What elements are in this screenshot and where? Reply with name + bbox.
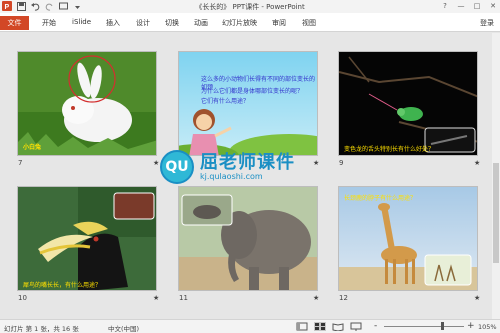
zoom-slider[interactable] xyxy=(384,326,464,327)
vertical-scrollbar[interactable] xyxy=(492,33,500,319)
tab-slideshow[interactable]: 幻灯片放映 xyxy=(222,18,257,28)
window-title: 《长长的》 PPT课件 - PowerPoint xyxy=(195,3,305,11)
file-tab[interactable]: 文件 xyxy=(0,16,29,30)
slide-number: 7 xyxy=(18,159,23,167)
watermark-logo-icon: QU xyxy=(160,150,194,184)
slide-number: 12 xyxy=(339,294,348,302)
tab-view[interactable]: 视图 xyxy=(302,18,316,28)
maximize-button[interactable]: □ xyxy=(472,1,482,11)
tab-transitions[interactable]: 切换 xyxy=(165,18,179,28)
watermark-title: 屈老师课件 xyxy=(200,152,295,173)
title-bar: P 《长长的》 PPT课件 - PowerPoint ? — □ ✕ xyxy=(0,0,500,13)
reading-view-icon[interactable] xyxy=(332,322,344,332)
slide-thumbnail-10[interactable]: 犀鸟的嘴长长，有什么用途？ xyxy=(17,186,157,291)
slideshow-view-icon[interactable] xyxy=(350,322,362,331)
watermark: QU 屈老师课件 kj.qulaoshi.com xyxy=(160,148,360,198)
tab-animations[interactable]: 动画 xyxy=(194,18,208,28)
slide-question: 为什么它们都是身体哪部位变长的呢？ xyxy=(201,88,304,95)
slide-caption: 犀鸟的嘴长长，有什么用途？ xyxy=(23,282,102,289)
status-bar: 幻灯片 第 1 张，共 16 张 中文(中国) - + 105% xyxy=(0,319,500,333)
ribbon-tabs: 文件 开始 iSlide 插入 设计 切换 动画 幻灯片放映 审阅 视图 登录 xyxy=(0,13,500,32)
slide-thumbnail-11[interactable] xyxy=(178,186,318,291)
tab-review[interactable]: 审阅 xyxy=(272,18,286,28)
slide-count: 幻灯片 第 1 张，共 16 张 xyxy=(4,325,79,333)
star-icon: ★ xyxy=(474,294,481,302)
close-button[interactable]: ✕ xyxy=(488,1,498,11)
zoom-in-button[interactable]: + xyxy=(467,321,475,331)
slide-number: 10 xyxy=(18,294,27,302)
chameleon-image xyxy=(339,52,477,155)
giraffe-image xyxy=(339,187,477,290)
tab-design[interactable]: 设计 xyxy=(136,18,150,28)
watermark-url: kj.qulaoshi.com xyxy=(200,172,263,181)
normal-view-icon[interactable] xyxy=(296,322,308,331)
star-icon: ★ xyxy=(474,159,481,167)
star-icon: ★ xyxy=(153,294,160,302)
star-icon: ★ xyxy=(313,294,320,302)
slide-thumbnail-12[interactable]: 长颈鹿的脖子有什么用途？ xyxy=(338,186,478,291)
zoom-out-button[interactable]: - xyxy=(374,321,377,331)
elephant-image xyxy=(179,187,317,290)
tab-home[interactable]: 开始 xyxy=(42,18,56,28)
slide-question: 它们有什么用途？ xyxy=(201,98,250,105)
login-link[interactable]: 登录 xyxy=(480,18,494,28)
zoom-level[interactable]: 105% xyxy=(478,323,497,331)
hornbill-image xyxy=(18,187,156,290)
tab-islide[interactable]: iSlide xyxy=(72,18,91,26)
help-button[interactable]: ? xyxy=(440,1,450,11)
language-indicator[interactable]: 中文(中国) xyxy=(108,323,139,333)
slide-thumbnail-7[interactable]: 小白兔 xyxy=(17,51,157,156)
slide-caption: 小白兔 xyxy=(23,144,42,151)
zoom-slider-thumb[interactable] xyxy=(441,322,444,330)
slide-thumbnail-8[interactable]: 这么多的小动物们长得有不同的部位变长的如颈 为什么它们都是身体哪部位变长的呢？ … xyxy=(178,51,318,156)
rabbit-image xyxy=(18,52,156,155)
star-icon: ★ xyxy=(153,159,160,167)
tab-insert[interactable]: 插入 xyxy=(106,18,120,28)
slide-number: 11 xyxy=(179,294,188,302)
slide-thumbnail-9[interactable]: 变色龙的舌头特别长有什么好处？ xyxy=(338,51,478,156)
slide-sorter-view-icon[interactable] xyxy=(314,322,326,331)
window-controls: ? — □ ✕ xyxy=(440,1,498,11)
minimize-button[interactable]: — xyxy=(456,1,466,11)
scrollbar-thumb[interactable] xyxy=(493,163,499,263)
